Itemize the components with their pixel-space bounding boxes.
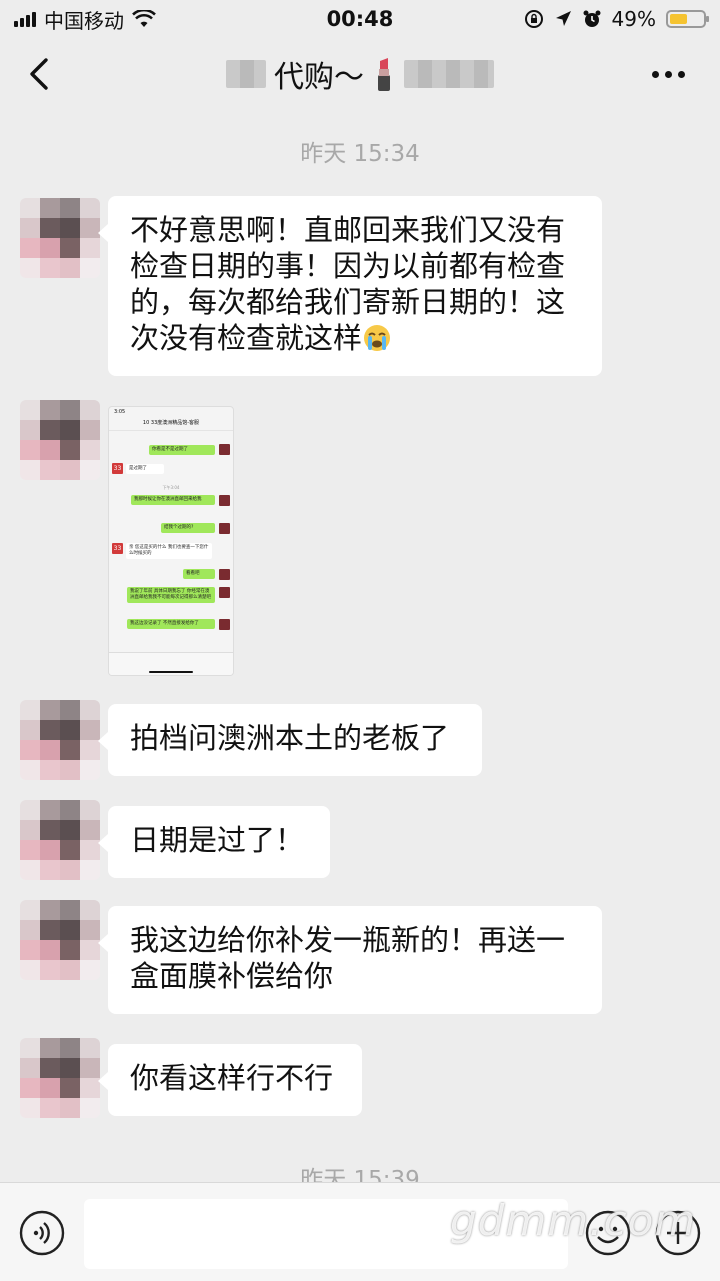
- message-input[interactable]: [84, 1199, 568, 1269]
- signal-icon: [14, 11, 36, 27]
- chevron-left-icon[interactable]: [22, 56, 58, 92]
- avatar[interactable]: [20, 198, 100, 278]
- thumb-back-badge: 10: [142, 420, 150, 426]
- location-icon: [555, 11, 571, 26]
- avatar[interactable]: [20, 800, 100, 880]
- message-line: 不好意思啊！直邮回来我们又没有: [130, 213, 566, 247]
- timestamp: 昨天 15:39: [300, 1167, 420, 1182]
- thumb-row: 我那时候让你在澳洲直邮回来给我: [131, 495, 215, 505]
- message-line: 你看这样行不行: [130, 1061, 334, 1095]
- thumb-row: 亲 您这是买的什么 我们也要查一下您什么时候买的: [126, 543, 212, 559]
- thumb-time: 下午3:04: [162, 485, 180, 490]
- thumb-avatar: [219, 587, 230, 598]
- thumb-row: 你看是不是过期了: [149, 445, 215, 455]
- thumb-avatar: 33: [112, 543, 123, 554]
- carrier-label: 中国移动: [44, 8, 124, 33]
- blurred-text: [226, 60, 266, 88]
- thumb-title-text: 33度澳洲精品馆-客服: [150, 420, 200, 426]
- message-bubble[interactable]: 日期是过了！: [98, 806, 330, 878]
- timestamp: 昨天 15:34: [300, 141, 420, 167]
- thumb-status-time: 3:05: [114, 409, 126, 415]
- thumb-avatar: [219, 619, 230, 630]
- thumb-avatar: [219, 523, 230, 534]
- thumb-row: 我说了年前 具体日期我忘了 你经常在澳洲直邮给我我不可能每次记得那么清楚吧: [127, 587, 215, 603]
- image-message[interactable]: 3:05 10 33度澳洲精品馆-客服 你看是不是过期了 33 是过期了 下午3…: [108, 406, 234, 676]
- thumb-avatar: [219, 569, 230, 580]
- thumb-title: 10 33度澳洲精品馆-客服: [109, 417, 233, 431]
- emoji-icon[interactable]: [584, 1209, 632, 1257]
- message-line: 日期是过了！: [130, 823, 305, 857]
- alarm-icon: [583, 10, 601, 27]
- message-line: 我这边给你补发一瓶新的！再送一: [130, 923, 566, 957]
- wifi-icon: [132, 10, 156, 27]
- battery-icon: [666, 10, 709, 28]
- battery-percent: 49%: [611, 7, 656, 31]
- avatar[interactable]: [20, 400, 100, 480]
- message-line: 拍档问澳洲本土的老板了: [130, 721, 450, 755]
- chat-title: 代购～: [226, 52, 494, 96]
- chat-title-text: 代购～: [274, 60, 364, 95]
- thumb-row: 我这边没记录了 不然直接发给你了: [127, 619, 215, 629]
- message-line: 盒面膜补偿给你: [130, 959, 334, 993]
- crying-face-emoji: [364, 325, 391, 351]
- lipstick-icon: [378, 58, 390, 91]
- thumb-avatar: [219, 495, 230, 506]
- thumb-row: 结我个过期的?: [161, 523, 215, 533]
- thumb-avatar: [219, 444, 230, 455]
- thumb-avatar: 33: [112, 463, 123, 474]
- message-line: 次没有检查就这样: [130, 321, 363, 355]
- thumb-row: 是过期了: [126, 464, 164, 474]
- avatar[interactable]: [20, 900, 100, 980]
- chat-area[interactable]: 昨天 15:34 不好意思啊！直邮回来我们又没有 检查日期的事！因为以前都有检查…: [0, 110, 720, 1182]
- message-bubble[interactable]: 拍档问澳洲本土的老板了: [98, 704, 482, 776]
- rotation-lock-icon: [524, 10, 543, 28]
- message-bubble[interactable]: 我这边给你补发一瓶新的！再送一 盒面膜补偿给你: [98, 906, 602, 1014]
- chat-header: 代购～: [0, 38, 720, 110]
- thumb-row: 看看吧: [183, 569, 215, 579]
- message-line: 检查日期的事！因为以前都有检查: [130, 249, 566, 283]
- thumb-home-indicator: [149, 671, 193, 673]
- message-bubble[interactable]: 你看这样行不行: [98, 1044, 362, 1116]
- more-icon[interactable]: [652, 60, 692, 88]
- avatar[interactable]: [20, 700, 100, 780]
- voice-icon[interactable]: [18, 1209, 66, 1257]
- status-bar: 中国移动 00:48 49%: [0, 0, 720, 38]
- message-bubble[interactable]: 不好意思啊！直邮回来我们又没有 检查日期的事！因为以前都有检查 的，每次都给我们…: [98, 196, 602, 376]
- blurred-text: [404, 60, 494, 88]
- avatar[interactable]: [20, 1038, 100, 1118]
- input-bar: [0, 1182, 720, 1281]
- message-line: 的，每次都给我们寄新日期的！这: [130, 285, 566, 319]
- plus-icon[interactable]: [654, 1209, 702, 1257]
